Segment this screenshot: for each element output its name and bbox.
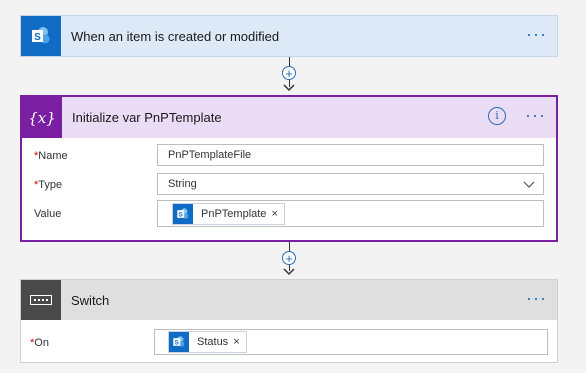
trigger-header[interactable]: S When an item is created or modified ··… <box>21 16 557 56</box>
variable-more-button[interactable]: ··· <box>525 106 546 124</box>
svg-text:S: S <box>175 340 179 347</box>
switch-more-button[interactable]: ··· <box>526 289 547 307</box>
variable-header[interactable]: {x} Initialize var PnPTemplate i ··· <box>22 97 556 138</box>
type-dropdown[interactable]: String <box>157 173 544 195</box>
variable-title: Initialize var PnPTemplate <box>72 110 222 125</box>
type-label-row: *Type <box>34 179 62 191</box>
on-label-row: *On <box>30 337 49 349</box>
connector-2: + <box>280 242 300 278</box>
name-label: Name <box>38 150 68 162</box>
name-label-row: *Name <box>34 150 68 162</box>
token-label: PnPTemplate <box>201 207 267 220</box>
name-field[interactable]: PnPTemplateFile <box>157 144 544 166</box>
arrow-down-icon <box>283 268 295 276</box>
switch-header[interactable]: Switch ··· <box>21 280 557 320</box>
switch-icon <box>21 280 61 320</box>
value-label: Value <box>34 208 62 220</box>
type-label: Type <box>38 179 63 191</box>
value-field[interactable]: S PnPTemplate × <box>157 200 544 227</box>
token-label: Status <box>197 336 229 348</box>
chevron-down-icon[interactable] <box>523 181 535 189</box>
on-label: On <box>34 337 49 349</box>
remove-token-button[interactable]: × <box>233 336 239 348</box>
trigger-card[interactable]: S When an item is created or modified ··… <box>20 15 558 57</box>
sharepoint-icon: S <box>169 332 189 352</box>
initialize-variable-card[interactable]: {x} Initialize var PnPTemplate i ··· *Na… <box>20 95 558 242</box>
type-value: String <box>168 178 197 190</box>
status-token[interactable]: S Status × <box>168 331 247 353</box>
trigger-more-button[interactable]: ··· <box>526 25 547 43</box>
pnptemplate-token[interactable]: S PnPTemplate × <box>172 202 285 225</box>
sharepoint-icon: S <box>173 203 193 224</box>
add-step-button[interactable]: + <box>282 251 296 265</box>
svg-text:S: S <box>34 32 41 43</box>
remove-token-button[interactable]: × <box>271 208 277 220</box>
arrow-down-icon <box>283 84 295 92</box>
svg-text:S: S <box>179 211 183 218</box>
on-field[interactable]: S Status × <box>154 329 548 355</box>
add-step-button[interactable]: + <box>282 66 296 80</box>
info-icon[interactable]: i <box>488 107 506 125</box>
connector-1: + <box>280 57 300 94</box>
name-value: PnPTemplateFile <box>168 149 252 161</box>
switch-title: Switch <box>71 292 110 308</box>
trigger-title: When an item is created or modified <box>71 28 280 44</box>
switch-card[interactable]: Switch ··· *On S Status × <box>20 279 558 363</box>
sharepoint-icon: S <box>21 16 61 56</box>
variable-icon-text: {x} <box>28 108 56 127</box>
variable-icon: {x} <box>22 97 62 138</box>
